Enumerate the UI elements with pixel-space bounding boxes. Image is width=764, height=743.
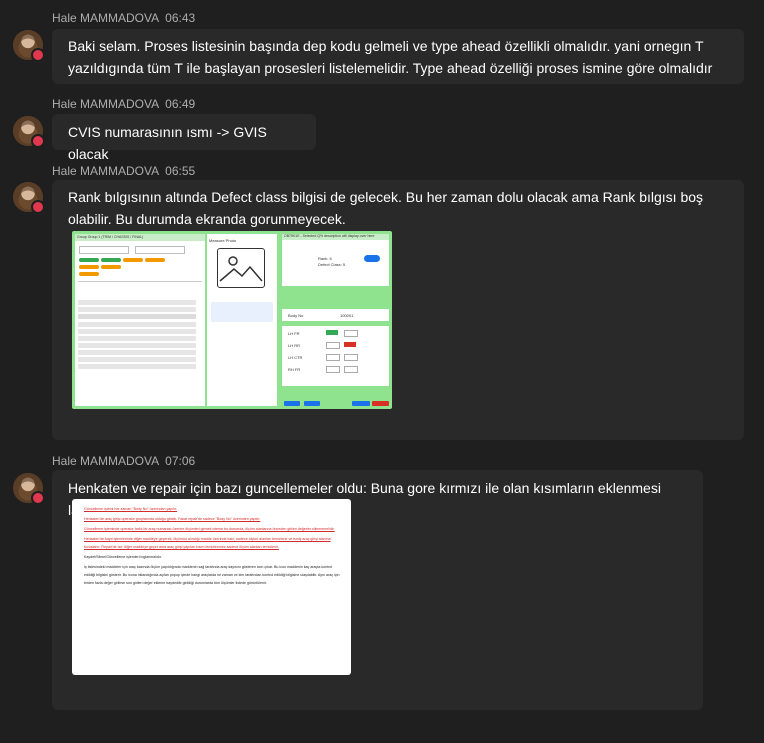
screenshot-tag bbox=[79, 265, 99, 269]
mountain-image-icon bbox=[219, 256, 263, 282]
screenshot-action-button bbox=[352, 401, 370, 406]
screenshot-measure-panel: LH FR LH RR LH CTR RH FR bbox=[282, 326, 389, 386]
document-bullet-red: Güncelleme işlemi her zaman "Body No" üz… bbox=[84, 507, 178, 511]
screenshot-row-label: LH CTR bbox=[288, 355, 303, 360]
message-bubble[interactable]: Rank bılgısının altında Defect class bil… bbox=[52, 180, 744, 440]
message-time: 06:55 bbox=[165, 164, 196, 178]
screenshot-ok-button bbox=[326, 330, 338, 335]
screenshot-info-box bbox=[211, 302, 273, 322]
screenshot-list-row bbox=[78, 322, 196, 327]
message-bubble[interactable]: Henkaten ve repair için bazı guncellemel… bbox=[52, 470, 703, 710]
document-bullet-red: Henkaten'de kayıt işlemlerinde diğer mad… bbox=[84, 537, 331, 549]
screenshot-select bbox=[79, 246, 129, 254]
screenshot-tag bbox=[79, 258, 99, 262]
avatar[interactable] bbox=[13, 30, 45, 62]
screenshot-list-row bbox=[78, 300, 196, 305]
screenshot-ok-button bbox=[326, 354, 340, 361]
message-text-line: Rank bılgısının altında Defect class bil… bbox=[68, 189, 704, 205]
message-text-line: yazıldıgında tüm T ile başlayan prosesle… bbox=[68, 60, 713, 76]
screenshot-group-label: Group Group 1 (TRIM / CHASSIS / FINAL) bbox=[77, 235, 144, 239]
message-author: Hale MAMMADOVA bbox=[52, 11, 160, 25]
screenshot-list-row bbox=[78, 307, 196, 312]
screenshot-row-label: LH RR bbox=[288, 343, 301, 348]
screenshot-tag bbox=[145, 258, 165, 262]
busy-status-icon bbox=[31, 134, 45, 148]
message-time: 07:06 bbox=[165, 454, 196, 468]
message-author: Hale MAMMADOVA bbox=[52, 164, 160, 178]
screenshot-action-button bbox=[304, 401, 320, 406]
screenshot-divider bbox=[78, 281, 202, 282]
message-meta: Hale MAMMADOVA 06:43 bbox=[52, 11, 195, 25]
message-meta: Hale MAMMADOVA 06:49 bbox=[52, 97, 195, 111]
avatar[interactable] bbox=[13, 182, 45, 214]
busy-status-icon bbox=[31, 48, 45, 62]
screenshot-defect-class-label: Defect Class: 5 bbox=[318, 262, 346, 267]
screenshot-ok-button bbox=[326, 342, 340, 349]
message-time: 06:43 bbox=[165, 11, 196, 25]
screenshot-rank-panel: Rank: 5 Defect Class: 5 bbox=[282, 234, 389, 286]
screenshot-ng-button bbox=[344, 342, 356, 347]
avatar[interactable] bbox=[13, 473, 45, 505]
message-text-line: Baki selam. Proses listesinin başında de… bbox=[68, 38, 704, 54]
message-author: Hale MAMMADOVA bbox=[52, 97, 160, 111]
message-bubble[interactable]: Baki selam. Proses listesinin başında de… bbox=[52, 29, 744, 84]
screenshot-select bbox=[135, 246, 185, 254]
screenshot-list-row bbox=[78, 329, 196, 334]
screenshot-ok-button bbox=[326, 366, 340, 373]
screenshot-body-no-value: 100001 bbox=[340, 313, 354, 318]
screenshot-row-label: LH FR bbox=[288, 331, 300, 336]
screenshot-header-mid: OB75K1E - Selected Q% description will d… bbox=[284, 234, 375, 238]
document-bullet: Kaydet/Silme/Güncelleme işlemleri loglan… bbox=[84, 555, 162, 559]
message-meta: Hale MAMMADOVA 06:55 bbox=[52, 164, 195, 178]
screenshot-list-row bbox=[78, 364, 196, 369]
screenshot-action-button bbox=[284, 401, 300, 406]
screenshot-row-label: RH FR bbox=[288, 367, 301, 372]
message-meta: Hale MAMMADOVA 07:06 bbox=[52, 454, 195, 468]
screenshot-body-no: Body No 100001 bbox=[282, 309, 389, 321]
busy-status-icon bbox=[31, 200, 45, 214]
message-author: Hale MAMMADOVA bbox=[52, 454, 160, 468]
message-text-line: CVIS numarasının ısmı -> GVIS olacak bbox=[68, 124, 267, 162]
screenshot-list-row bbox=[78, 357, 196, 362]
screenshot-list-row bbox=[78, 314, 196, 319]
busy-status-icon bbox=[31, 491, 45, 505]
screenshot-tag bbox=[101, 265, 121, 269]
screenshot-ng-button bbox=[344, 354, 358, 361]
screenshot-tag bbox=[123, 258, 143, 262]
message-bubble[interactable]: CVIS numarasının ısmı -> GVIS olacak bbox=[52, 114, 316, 162]
document-bullet-red: Güncelleme işleminde operator farklı bir… bbox=[84, 527, 335, 531]
document-bullet-red: Henkaten'de araç girişi operator gruplar… bbox=[84, 517, 261, 521]
screenshot-list-row bbox=[78, 336, 196, 341]
message-text-line: olabilir. Bu durumda ekranda gorunmeyece… bbox=[68, 211, 346, 227]
screenshot-tag bbox=[101, 258, 121, 262]
toggle-icon bbox=[364, 255, 380, 262]
screenshot-list-row bbox=[78, 350, 196, 355]
screenshot-header-strip: OB75K1E - Selected Q% description will d… bbox=[282, 234, 389, 240]
avatar[interactable] bbox=[13, 116, 45, 148]
image-placeholder-icon bbox=[217, 248, 265, 288]
screenshot-ng-button bbox=[344, 366, 358, 373]
screenshot-action-button bbox=[372, 401, 389, 406]
document-screenshot-attachment[interactable]: Güncelleme işlemi her zaman "Body No" üz… bbox=[72, 499, 351, 675]
screenshot-list-row bbox=[78, 343, 196, 348]
screenshot-body-no-label: Body No bbox=[288, 313, 304, 318]
document-bullet-list: Güncelleme işlemi her zaman "Body No" üz… bbox=[72, 499, 351, 675]
screenshot-photo-panel: Measure Photo bbox=[207, 234, 277, 406]
document-bullet: İş listesindeki maddeler için araç bazın… bbox=[84, 565, 340, 585]
message-time: 06:49 bbox=[165, 97, 196, 111]
screenshot-ng-button bbox=[344, 330, 358, 337]
screenshot-tag bbox=[79, 272, 99, 276]
screenshot-rank-label: Rank: 5 bbox=[318, 256, 332, 261]
screenshot-attachment[interactable]: Group Group 1 (TRIM / CHASSIS / FINAL) M… bbox=[72, 231, 392, 409]
screenshot-photo-label: Measure Photo bbox=[209, 238, 237, 243]
screenshot-left-panel: Group Group 1 (TRIM / CHASSIS / FINAL) bbox=[75, 234, 205, 406]
